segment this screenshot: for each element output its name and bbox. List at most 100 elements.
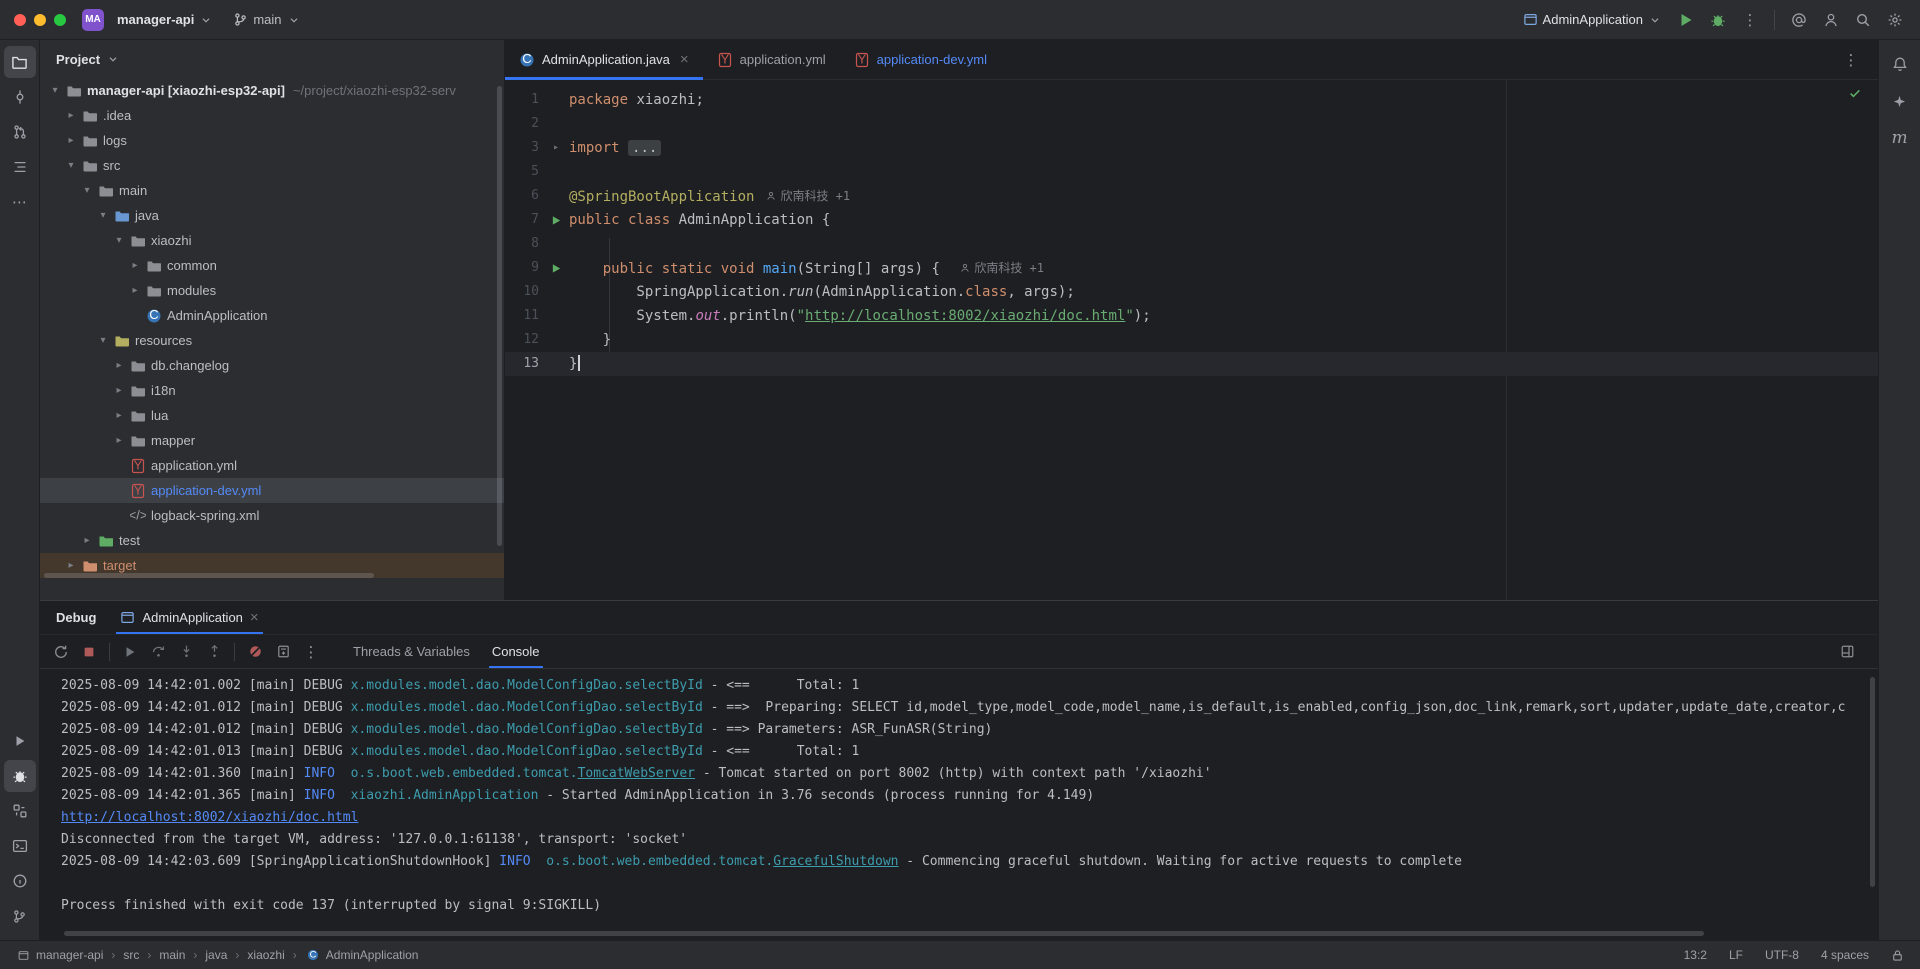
tree-item-logs[interactable]: ▸logs xyxy=(40,128,504,153)
project-tool-button[interactable] xyxy=(4,46,36,78)
run-gutter-icon[interactable] xyxy=(543,256,569,280)
run-gutter-icon[interactable] xyxy=(543,208,569,232)
tree-item-idea[interactable]: ▸.idea xyxy=(40,103,504,128)
tab-options-button[interactable]: ⋮ xyxy=(1836,45,1866,75)
stop-button[interactable] xyxy=(76,639,102,665)
step-over-button[interactable] xyxy=(145,639,171,665)
chevron-down-icon[interactable]: ▾ xyxy=(110,235,128,246)
chevron-right-icon[interactable]: ▸ xyxy=(62,135,80,146)
chevron-down-icon[interactable]: ▾ xyxy=(94,210,112,221)
structure-tool-button[interactable] xyxy=(4,151,36,183)
tree-item-test[interactable]: ▸test xyxy=(40,528,504,553)
close-session-icon[interactable]: × xyxy=(250,609,259,626)
rerun-button[interactable] xyxy=(48,639,74,665)
chevron-right-icon[interactable]: ▸ xyxy=(110,385,128,396)
run-tool-button[interactable] xyxy=(4,725,36,757)
tree-item-java[interactable]: ▾java xyxy=(40,203,504,228)
inspections-widget[interactable] xyxy=(1848,86,1862,104)
breadcrumb-item-main[interactable]: main xyxy=(159,948,185,962)
editor-tab-adminapplication-java[interactable]: CAdminApplication.java× xyxy=(505,40,703,79)
evaluate-expression-button[interactable] xyxy=(270,639,296,665)
tree-item-lua[interactable]: ▸lua xyxy=(40,403,504,428)
tree-item-application-dev-yml[interactable]: Yapplication-dev.yml xyxy=(40,478,504,503)
debug-panel-title[interactable]: Debug xyxy=(56,610,96,625)
code-editor[interactable]: 1package xiaozhi;23▸import ...56@SpringB… xyxy=(505,80,1878,600)
resume-button[interactable] xyxy=(117,639,143,665)
chevron-down-icon[interactable]: ▾ xyxy=(94,335,112,346)
project-panel-header[interactable]: Project xyxy=(40,40,504,78)
chevron-right-icon[interactable]: ▸ xyxy=(62,560,80,571)
tree-item-i18n[interactable]: ▸i18n xyxy=(40,378,504,403)
debug-tab-threads-variables[interactable]: Threads & Variables xyxy=(342,635,481,668)
author-inlay-hint[interactable]: 欣南科技 +1 xyxy=(766,184,850,208)
file-encoding[interactable]: UTF-8 xyxy=(1765,948,1799,962)
console-output[interactable]: 2025-08-09 14:42:01.002 [main] DEBUG x.m… xyxy=(40,669,1878,940)
window-close-button[interactable] xyxy=(14,14,26,26)
breadcrumb-item-java[interactable]: java xyxy=(205,948,227,962)
debug-tool-button[interactable] xyxy=(4,760,36,792)
class-hyperlink[interactable]: TomcatWebServer xyxy=(578,766,695,781)
project-vertical-scrollbar[interactable] xyxy=(497,86,502,546)
maven-tool-button[interactable]: m xyxy=(1884,122,1916,154)
close-tab-icon[interactable]: × xyxy=(680,51,689,68)
ai-assistant-tool-button[interactable] xyxy=(1884,85,1916,117)
class-hyperlink[interactable]: GracefulShutdown xyxy=(773,854,898,869)
tree-item-application-yml[interactable]: Yapplication.yml xyxy=(40,453,504,478)
debug-more-button[interactable]: ⋮ xyxy=(298,639,324,665)
tree-item-manager-api-xiaozhi-esp32-api[interactable]: ▾manager-api [xiaozhi-esp32-api]~/projec… xyxy=(40,78,504,103)
chevron-down-icon[interactable]: ▾ xyxy=(78,185,96,196)
chevron-right-icon[interactable]: ▸ xyxy=(110,360,128,371)
console-vertical-scrollbar[interactable] xyxy=(1870,677,1875,887)
debug-session-tab[interactable]: AdminApplication × xyxy=(116,601,262,634)
commit-tool-button[interactable] xyxy=(4,81,36,113)
debug-button[interactable] xyxy=(1703,5,1733,35)
breadcrumb-item-src[interactable]: src xyxy=(123,948,139,962)
tree-item-resources[interactable]: ▾resources xyxy=(40,328,504,353)
search-everywhere-button[interactable] xyxy=(1848,5,1878,35)
tree-item-db-changelog[interactable]: ▸db.changelog xyxy=(40,353,504,378)
version-control-tool-button[interactable] xyxy=(4,900,36,932)
problems-tool-button[interactable] xyxy=(4,865,36,897)
tree-item-logback-spring-xml[interactable]: </>logback-spring.xml xyxy=(40,503,504,528)
console-horizontal-scrollbar[interactable] xyxy=(64,931,1704,936)
run-button[interactable] xyxy=(1671,5,1701,35)
step-out-button[interactable] xyxy=(201,639,227,665)
lock-icon[interactable] xyxy=(1891,949,1904,962)
fold-gutter-icon[interactable]: ▸ xyxy=(543,136,569,160)
chevron-right-icon[interactable]: ▸ xyxy=(78,535,96,546)
line-separator[interactable]: LF xyxy=(1729,948,1743,962)
project-selector[interactable]: manager-api xyxy=(110,8,220,31)
branch-selector[interactable]: main xyxy=(226,8,307,31)
window-zoom-button[interactable] xyxy=(54,14,66,26)
tree-item-src[interactable]: ▾src xyxy=(40,153,504,178)
tree-item-xiaozhi[interactable]: ▾xiaozhi xyxy=(40,228,504,253)
at-button[interactable] xyxy=(1784,5,1814,35)
tree-item-adminapplication[interactable]: CAdminApplication xyxy=(40,303,504,328)
indent-setting[interactable]: 4 spaces xyxy=(1821,948,1869,962)
project-horizontal-scrollbar[interactable] xyxy=(44,573,374,578)
tree-item-main[interactable]: ▾main xyxy=(40,178,504,203)
tree-item-common[interactable]: ▸common xyxy=(40,253,504,278)
editor-tab-application-yml[interactable]: Yapplication.yml xyxy=(703,40,840,79)
terminal-tool-button[interactable] xyxy=(4,830,36,862)
more-tool-windows-button[interactable]: ⋯ xyxy=(4,186,36,218)
services-tool-button[interactable] xyxy=(4,795,36,827)
pull-requests-tool-button[interactable] xyxy=(4,116,36,148)
breadcrumb-item-adminapplication[interactable]: CAdminApplication xyxy=(305,947,419,963)
window-minimize-button[interactable] xyxy=(34,14,46,26)
chevron-down-icon[interactable]: ▾ xyxy=(62,160,80,171)
layout-settings-button[interactable] xyxy=(1834,639,1860,665)
tree-item-modules[interactable]: ▸modules xyxy=(40,278,504,303)
breadcrumb-item-manager-api[interactable]: manager-api xyxy=(16,948,103,963)
chevron-right-icon[interactable]: ▸ xyxy=(62,110,80,121)
code-with-me-button[interactable] xyxy=(1816,5,1846,35)
editor-tab-application-dev-yml[interactable]: Yapplication-dev.yml xyxy=(840,40,1001,79)
tree-item-mapper[interactable]: ▸mapper xyxy=(40,428,504,453)
mute-breakpoints-button[interactable] xyxy=(242,639,268,665)
run-configuration-selector[interactable]: AdminApplication xyxy=(1516,8,1669,31)
chevron-right-icon[interactable]: ▸ xyxy=(110,435,128,446)
author-inlay-hint[interactable]: 欣南科技 +1 xyxy=(960,256,1044,280)
chevron-right-icon[interactable]: ▸ xyxy=(126,285,144,296)
more-actions-button[interactable]: ⋮ xyxy=(1735,5,1765,35)
settings-button[interactable] xyxy=(1880,5,1910,35)
